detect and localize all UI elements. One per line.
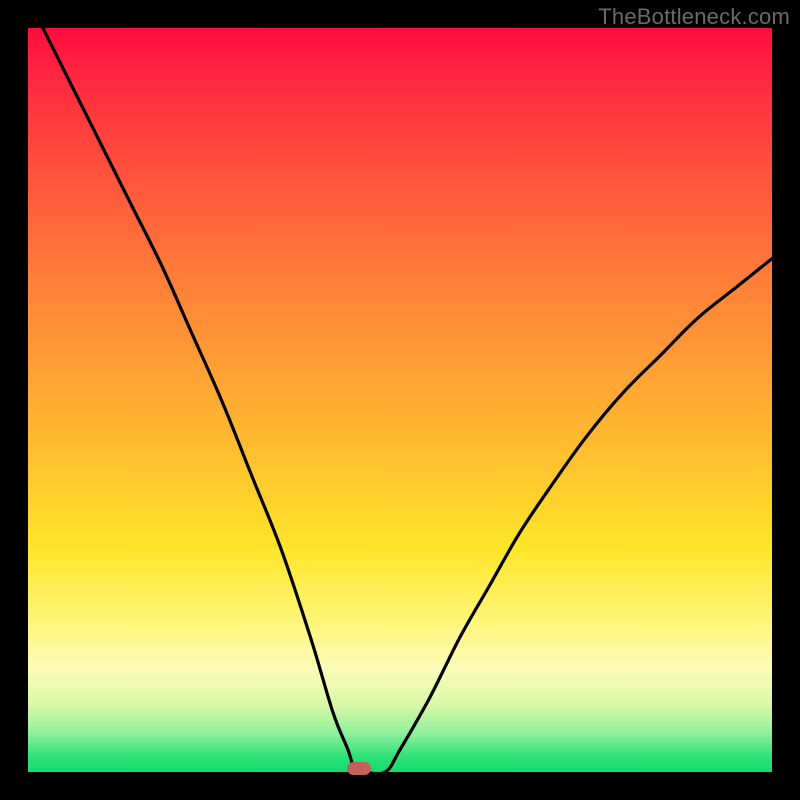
optimal-marker — [347, 762, 371, 775]
curve-path — [43, 28, 772, 772]
bottleneck-curve — [28, 28, 772, 772]
chart-plot-area — [28, 28, 772, 772]
watermark-text: TheBottleneck.com — [598, 4, 790, 30]
chart-frame: TheBottleneck.com — [0, 0, 800, 800]
